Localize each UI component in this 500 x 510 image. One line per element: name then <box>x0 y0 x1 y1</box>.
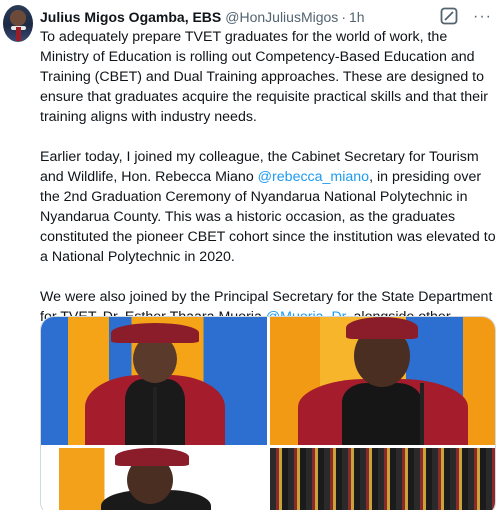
timestamp[interactable]: 1h <box>349 9 365 25</box>
mention-rebecca-miano[interactable]: @rebecca_miano <box>258 169 369 185</box>
photo-2-cap <box>346 317 418 339</box>
author-handle[interactable]: @HonJuliusMigos <box>225 9 338 25</box>
paragraph-1: To adequately prepare TVET graduates for… <box>40 29 488 125</box>
photo-1-cap <box>111 323 199 343</box>
paragraph-2: Earlier today, I joined my colleague, th… <box>40 147 498 267</box>
photo-3[interactable] <box>41 448 267 510</box>
photo-2-mic <box>420 383 424 445</box>
separator-dot: · <box>341 9 346 25</box>
tweet[interactable]: Julius Migos Ogamba, EBS @HonJuliusMigos… <box>0 0 500 510</box>
avatar-tie <box>16 27 21 41</box>
photo-2[interactable] <box>270 317 495 445</box>
photo-1-mic <box>153 387 157 445</box>
more-icon[interactable]: ··· <box>473 8 492 25</box>
avatar[interactable] <box>3 5 33 42</box>
photo-4[interactable] <box>270 448 495 510</box>
photo-2-hood <box>342 383 422 445</box>
photo-3-cap <box>115 448 189 466</box>
tweet-header: Julius Migos Ogamba, EBS @HonJuliusMigos… <box>40 7 492 27</box>
photo-1[interactable] <box>41 317 267 445</box>
author-name[interactable]: Julius Migos Ogamba, EBS <box>40 9 221 25</box>
media-grid <box>40 316 496 510</box>
